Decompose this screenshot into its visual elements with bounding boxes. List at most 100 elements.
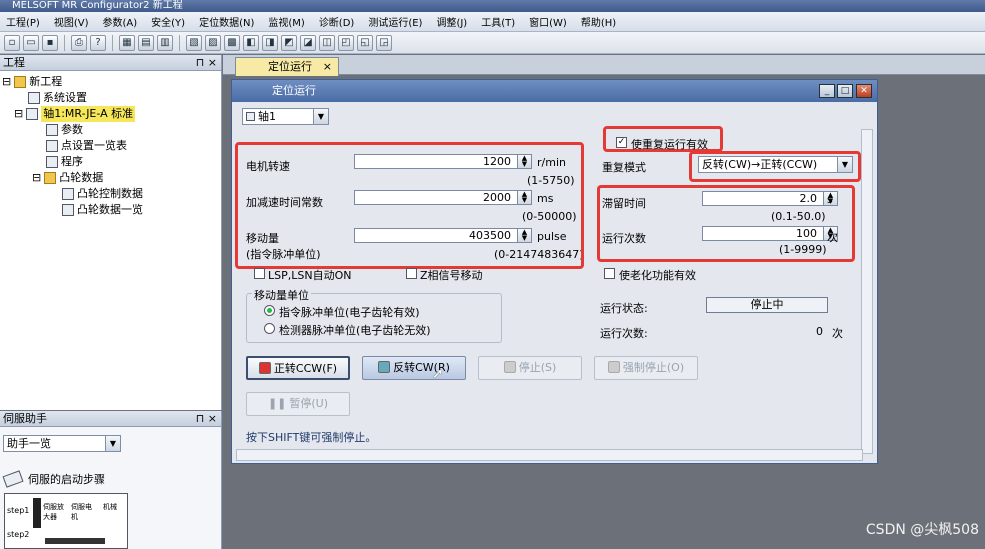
parameter-icon[interactable]: ▧ <box>186 34 202 51</box>
tree-cam-data-list[interactable]: 凸轮数据一览 <box>62 202 143 218</box>
minus-icon[interactable]: ⊟ <box>14 106 23 122</box>
tree-cam-data[interactable]: ⊟ 凸轮数据 <box>32 170 103 186</box>
run-count-input[interactable]: 100 ▲ ▼ <box>702 226 838 241</box>
axis-select[interactable]: 轴1 ▼ <box>242 108 329 125</box>
close-icon[interactable]: ✕ <box>856 84 872 98</box>
step2-label: step2 <box>7 530 30 539</box>
menu-adjust[interactable]: 调整(J) <box>436 14 467 29</box>
alarm-icon[interactable]: ◨ <box>262 34 278 51</box>
lsp-lsn-checkbox[interactable] <box>254 268 265 279</box>
close-icon[interactable]: × <box>323 58 332 76</box>
tuning-icon[interactable]: ◱ <box>357 34 373 51</box>
document-icon <box>46 156 58 168</box>
pin-icon[interactable]: ⊓ <box>196 56 205 69</box>
highlight-box-left <box>235 142 584 269</box>
jog-icon[interactable]: ◩ <box>281 34 297 51</box>
positioning-icon[interactable]: ◪ <box>300 34 316 51</box>
menu-safety[interactable]: 安全(Y) <box>151 14 185 29</box>
unit-group-title: 移动量单位 <box>252 287 311 303</box>
chevron-down-icon[interactable]: ▼ <box>105 436 120 451</box>
program-icon[interactable]: ◫ <box>319 34 335 51</box>
dwell-label: 滞留时间 <box>602 197 646 210</box>
toolbar-separator <box>112 34 113 51</box>
unit-encoder-radio[interactable] <box>264 323 275 334</box>
tree-cam-control-data[interactable]: 凸轮控制数据 <box>62 186 143 202</box>
servo-amplifier-icon <box>26 108 39 120</box>
dwell-input[interactable]: 2.0 ▲ ▼ <box>702 191 838 206</box>
repeat-mode-label: 重复模式 <box>602 161 646 174</box>
diagnosis-icon[interactable]: ◲ <box>376 34 392 51</box>
pause-button[interactable]: ❚❚ 暂停(U) <box>246 392 350 416</box>
graph-icon[interactable]: ▩ <box>224 34 240 51</box>
vertical-scrollbar[interactable] <box>861 129 873 454</box>
menu-view[interactable]: 视图(V) <box>54 14 89 29</box>
tree-program[interactable]: 程序 <box>46 154 83 170</box>
stop-button[interactable]: 停止(S) <box>478 356 582 380</box>
project-tree-icon[interactable]: ▦ <box>119 34 135 51</box>
dwell-range: (0.1-50.0) <box>771 210 826 223</box>
monitor-icon[interactable]: ▨ <box>205 34 221 51</box>
chevron-down-icon[interactable]: ▼ <box>837 157 852 172</box>
helper-panel: 伺服助手 ⊓ × 助手一览 ▼ 伺服的启动步骤 step1 step2 伺服放大器… <box>0 411 222 549</box>
menu-tools[interactable]: 工具(T) <box>481 14 515 29</box>
dialog-title: 定位运行 <box>272 84 316 97</box>
helper-item[interactable]: 伺服的启动步骤 <box>2 470 105 488</box>
run-count-display-label: 运行次数: <box>600 327 648 340</box>
toolbar: ▫ ▭ ▪ ⎙ ? ▦ ▤ ▥ ▧ ▨ ▩ ◧ ◨ ◩ ◪ ◫ ◰ ◱ ◲ <box>0 32 985 54</box>
machine-analyzer-icon[interactable]: ◰ <box>338 34 354 51</box>
menu-monitor[interactable]: 监视(M) <box>268 14 304 29</box>
help-icon[interactable]: ? <box>90 34 106 51</box>
aging-checkbox[interactable] <box>604 268 615 279</box>
close-icon[interactable]: × <box>208 56 217 69</box>
box-amplifier: 伺服放大器 <box>43 503 64 521</box>
horizontal-scrollbar[interactable] <box>236 449 863 461</box>
run-count-display-value: 0 <box>816 325 823 338</box>
tree-parameter[interactable]: 参数 <box>46 122 83 138</box>
menu-diagnosis[interactable]: 诊断(D) <box>319 14 355 29</box>
helper-icon[interactable]: ▤ <box>138 34 154 51</box>
save-icon[interactable]: ▪ <box>42 34 58 51</box>
open-folder-icon[interactable]: ▭ <box>23 34 39 51</box>
helper-combo[interactable]: 助手一览 ▼ <box>3 435 121 452</box>
forward-ccw-button[interactable]: 正转CCW(F) <box>246 356 350 380</box>
minimize-icon[interactable]: _ <box>819 84 835 98</box>
app-title: MELSOFT MR Configurator2 新工程 <box>12 0 183 11</box>
minus-icon[interactable]: ⊟ <box>2 74 11 90</box>
run-count-unit: 次 <box>827 231 838 244</box>
unit-command-radio[interactable] <box>264 305 275 316</box>
menu-parameter[interactable]: 参数(A) <box>103 14 138 29</box>
folder-icon <box>14 76 27 88</box>
reverse-cw-button[interactable]: 反转CW(R) <box>362 356 466 380</box>
minus-icon[interactable]: ⊟ <box>32 170 41 186</box>
menu-test-run[interactable]: 测试运行(E) <box>368 14 422 29</box>
menu-project[interactable]: 工程(P) <box>6 14 40 29</box>
project-panel-header: 工程 ⊓ × <box>0 55 221 71</box>
force-stop-button[interactable]: 强制停止(O) <box>594 356 698 380</box>
menu-positioning-data[interactable]: 定位数据(N) <box>199 14 254 29</box>
chevron-down-icon[interactable]: ▼ <box>313 109 328 124</box>
run-status-value: 停止中 <box>706 297 828 313</box>
system-icon <box>28 92 40 104</box>
close-icon[interactable]: × <box>208 412 217 425</box>
tree-system-settings[interactable]: 系统设置 <box>28 90 87 106</box>
menu-window[interactable]: 窗口(W) <box>529 14 567 29</box>
tree-root[interactable]: ⊟ 新工程 <box>2 74 62 90</box>
tab-positioning-operation[interactable]: 定位运行 × <box>235 57 339 76</box>
pin-icon[interactable]: ⊓ <box>196 412 205 425</box>
new-file-icon[interactable]: ▫ <box>4 34 20 51</box>
repeat-enable-checkbox[interactable]: ✓ <box>616 137 627 148</box>
docking-icon[interactable]: ▥ <box>157 34 173 51</box>
print-icon[interactable]: ⎙ <box>71 34 87 51</box>
helper-panel-title: 伺服助手 <box>3 412 47 425</box>
maximize-icon[interactable]: □ <box>837 84 853 98</box>
menu-help[interactable]: 帮助(H) <box>581 14 616 29</box>
z-phase-checkbox[interactable] <box>406 268 417 279</box>
io-icon[interactable]: ◧ <box>243 34 259 51</box>
box-machine: 机械 <box>103 503 117 511</box>
tree-axis[interactable]: ⊟ 轴1:MR-JE-A 标准 <box>14 106 136 122</box>
project-panel: 工程 ⊓ × ⊟ 新工程 系统设置 ⊟ 轴1:MR-JE-A 标准 参数 点设置一览… <box>0 55 222 410</box>
tree-point-table[interactable]: 点设置一览表 <box>46 138 127 154</box>
repeat-mode-select[interactable]: 反转(CW)→正转(CCW) ▼ <box>698 156 853 173</box>
unit-encoder-label: 检测器脉冲单位(电子齿轮无效) <box>279 324 431 337</box>
watermark: CSDN @尖枫508 <box>865 522 979 538</box>
